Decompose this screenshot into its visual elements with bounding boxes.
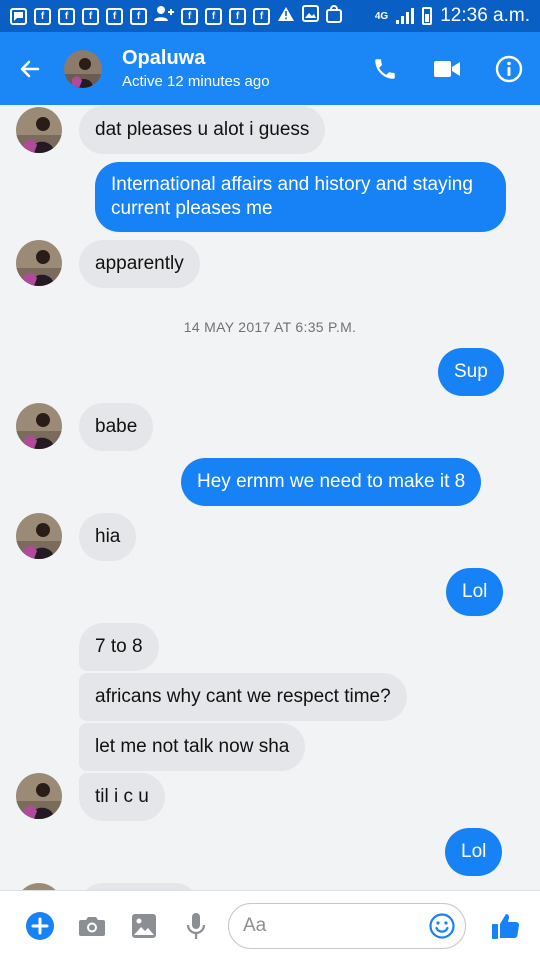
message-bubble-incoming[interactable]: 7 to 8	[79, 623, 159, 671]
facebook-notification-icon: f	[181, 7, 198, 25]
sender-avatar	[16, 107, 62, 153]
info-icon	[495, 55, 523, 82]
battery-icon	[422, 7, 433, 25]
facebook-notification-icon: f	[253, 7, 270, 25]
emoji-icon[interactable]	[429, 912, 455, 939]
friend-request-icon	[154, 5, 174, 27]
camera-icon	[79, 916, 105, 936]
image-icon	[132, 913, 156, 938]
message-composer: Aa	[0, 890, 540, 960]
sender-avatar	[16, 883, 62, 890]
phone-icon	[375, 58, 395, 79]
voice-call-button[interactable]	[354, 32, 416, 105]
message-bubble-outgoing[interactable]: Lol	[445, 828, 503, 876]
facebook-notification-icon: f	[130, 7, 147, 25]
sender-avatar	[16, 513, 62, 559]
contact-name[interactable]: Opaluwa	[122, 47, 270, 70]
voice-message-button[interactable]	[170, 891, 222, 960]
message-bubble-incoming[interactable]: til i c u	[79, 773, 165, 821]
sender-avatar	[16, 403, 62, 449]
message-input[interactable]: Aa	[228, 902, 466, 949]
video-camera-icon	[434, 60, 460, 77]
message-bubble-outgoing[interactable]: Sup	[438, 348, 504, 396]
message-bubble-incoming[interactable]: babe	[79, 403, 154, 451]
more-actions-button[interactable]	[14, 891, 66, 960]
microphone-icon	[186, 912, 206, 939]
message-bubble-incoming[interactable]: apparently	[79, 240, 200, 288]
message-bubble-incoming[interactable]: dat pleases u alot i guess	[79, 106, 326, 154]
message-bubble-incoming[interactable]: let me not talk now sha	[79, 723, 306, 771]
conversation-header: Opaluwa Active 12 minutes ago	[0, 32, 540, 105]
message-bubble-outgoing[interactable]: Hey ermm we need to make it 8	[181, 458, 482, 506]
facebook-notification-icon: f	[82, 7, 99, 25]
message-bubble-outgoing[interactable]: Lol	[446, 568, 504, 616]
status-bar: f f f f f f f f f 4G 12:36 a.m.	[0, 0, 540, 32]
sender-avatar	[16, 773, 62, 819]
messenger-notification-icon	[10, 7, 27, 25]
facebook-notification-icon: f	[205, 7, 222, 25]
message-thread[interactable]: dat pleases u alot i guess International…	[0, 105, 540, 890]
contact-avatar[interactable]	[64, 49, 102, 88]
message-input-placeholder: Aa	[243, 914, 267, 936]
network-type-label: 4G	[374, 10, 389, 22]
sender-avatar	[16, 240, 62, 286]
back-button[interactable]	[0, 32, 60, 105]
back-arrow-icon	[20, 60, 40, 77]
facebook-notification-icon: f	[106, 7, 123, 25]
gallery-notification-icon	[302, 5, 319, 27]
active-status: Active 12 minutes ago	[122, 73, 270, 90]
message-bubble-outgoing[interactable]: International affairs and history and st…	[95, 162, 506, 232]
facebook-notification-icon: f	[34, 7, 51, 25]
video-call-button[interactable]	[416, 32, 478, 105]
thumbs-up-icon	[492, 913, 520, 939]
facebook-notification-icon: f	[229, 7, 246, 25]
message-bubble-incoming-partial[interactable]	[79, 883, 199, 890]
message-bubble-incoming[interactable]: hia	[79, 513, 137, 561]
plus-icon	[26, 911, 54, 940]
facebook-notification-icon: f	[58, 7, 75, 25]
gallery-button[interactable]	[118, 891, 170, 960]
message-timestamp: 14 MAY 2017 AT 6:35 P.M.	[183, 319, 357, 335]
signal-icon	[396, 8, 415, 24]
warning-icon	[277, 6, 295, 27]
clock: 12:36 a.m.	[440, 5, 530, 26]
notification-icons: f f f f f f f f f	[10, 4, 342, 28]
like-button[interactable]	[476, 891, 536, 960]
shopping-bag-icon	[326, 4, 342, 28]
conversation-info-button[interactable]	[478, 32, 540, 105]
camera-button[interactable]	[66, 891, 118, 960]
message-bubble-incoming[interactable]: africans why cant we respect time?	[79, 673, 407, 721]
